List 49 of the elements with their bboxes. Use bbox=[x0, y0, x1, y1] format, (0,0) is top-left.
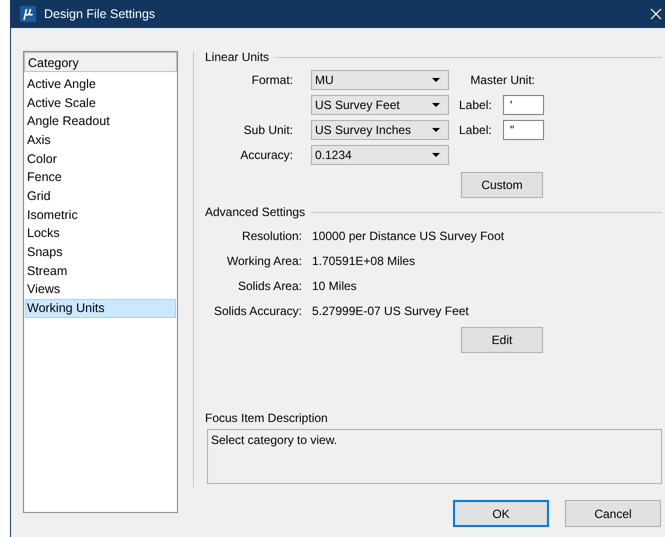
caret-icon bbox=[432, 103, 440, 107]
category-item[interactable]: Stream bbox=[25, 262, 176, 280]
category-item[interactable]: Locks bbox=[25, 224, 176, 243]
input-field[interactable]: " bbox=[503, 120, 544, 140]
custom-button[interactable]: Custom bbox=[461, 172, 543, 198]
window-title: Design File Settings bbox=[44, 7, 156, 21]
section-title: Linear Units bbox=[205, 49, 270, 65]
caret-icon bbox=[432, 128, 440, 132]
edit-button[interactable]: Edit bbox=[461, 327, 543, 353]
category-item[interactable]: Axis bbox=[25, 130, 176, 150]
ok-button[interactable]: OK bbox=[453, 500, 549, 527]
setting-label: Solids Accuracy: bbox=[214, 303, 302, 320]
category-item[interactable]: Grid bbox=[25, 186, 176, 206]
category-item[interactable]: Color bbox=[25, 150, 176, 168]
section-title: Advanced Settings bbox=[205, 204, 306, 220]
caret-icon bbox=[432, 153, 440, 157]
setting-value: 1.70591E+08 Miles bbox=[312, 253, 416, 270]
dropdown[interactable]: 0.1234 bbox=[311, 145, 449, 165]
setting-value: 10000 per Distance US Survey Foot bbox=[312, 228, 504, 245]
section-title: Focus Item Description bbox=[205, 411, 328, 425]
description-box: Select category to view. bbox=[207, 429, 662, 484]
dropdown[interactable]: MU bbox=[311, 70, 449, 90]
category-item[interactable]: Working Units bbox=[25, 298, 176, 318]
setting-label: Working Area: bbox=[226, 253, 302, 270]
dropdown[interactable]: US Survey Feet bbox=[311, 95, 449, 115]
field-label: Accuracy: bbox=[240, 148, 293, 162]
field-label: Master Unit: bbox=[470, 73, 535, 87]
setting-label: Solids Area: bbox=[238, 278, 302, 295]
close-icon[interactable] bbox=[650, 8, 662, 20]
column-header[interactable]: Category bbox=[24, 52, 177, 72]
category-item[interactable]: Angle Readout bbox=[25, 112, 176, 131]
caret-icon bbox=[432, 78, 440, 82]
category-item[interactable]: Fence bbox=[25, 168, 176, 187]
field-label: Sub Unit: bbox=[244, 123, 293, 137]
setting-value: 10 Miles bbox=[312, 278, 358, 295]
category-item[interactable]: Views bbox=[25, 280, 176, 299]
setting-value: 5.27999E-07 US Survey Feet bbox=[312, 303, 470, 320]
field-label: Format: bbox=[252, 73, 293, 87]
input-field[interactable]: ' bbox=[503, 95, 544, 115]
setting-label: Resolution: bbox=[242, 228, 302, 245]
app-logo-icon bbox=[20, 6, 36, 22]
cancel-button[interactable]: Cancel bbox=[565, 500, 661, 527]
category-item[interactable]: Snaps bbox=[25, 242, 176, 262]
category-item[interactable]: Active Scale bbox=[25, 94, 176, 112]
category-item[interactable]: Active Angle bbox=[25, 75, 176, 94]
dropdown[interactable]: US Survey Inches bbox=[311, 120, 449, 140]
field-label: Label: bbox=[459, 123, 493, 137]
category-item[interactable]: Isometric bbox=[25, 206, 176, 224]
field-label: Label: bbox=[459, 98, 493, 112]
